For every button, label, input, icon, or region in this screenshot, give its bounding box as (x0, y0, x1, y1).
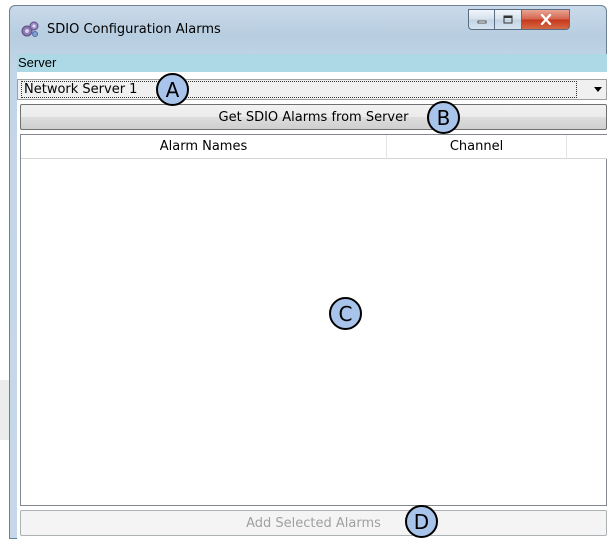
minimize-icon (477, 20, 486, 23)
server-dropdown[interactable]: Network Server 1 (17, 79, 607, 100)
callout-label: B (436, 105, 451, 130)
server-label: Server (17, 54, 607, 72)
get-alarms-button[interactable]: Get SDIO Alarms from Server (20, 104, 607, 130)
alarm-list-body[interactable] (21, 159, 606, 505)
add-selected-alarms-label: Add Selected Alarms (246, 515, 381, 531)
background-window-edge (0, 380, 9, 440)
callout-b: B (427, 101, 460, 134)
alarm-list[interactable]: Alarm Names Channel (20, 134, 607, 506)
callout-c: C (329, 297, 362, 330)
add-selected-alarms-button: Add Selected Alarms (20, 510, 607, 536)
callout-label: A (165, 77, 180, 102)
close-button[interactable] (522, 9, 570, 30)
gears-app-icon (21, 21, 39, 37)
title-bar[interactable]: SDIO Configuration Alarms (10, 6, 606, 50)
column-header-label: Alarm Names (159, 139, 248, 154)
maximize-button[interactable] (495, 9, 522, 30)
close-icon (540, 14, 551, 25)
column-header-alarm-names[interactable]: Alarm Names (21, 135, 387, 159)
column-header-filler (567, 135, 607, 159)
window-title: SDIO Configuration Alarms (47, 22, 221, 37)
column-header-label: Channel (449, 139, 504, 154)
callout-a: A (156, 73, 189, 106)
minimize-button[interactable] (468, 9, 495, 30)
callout-label: C (338, 301, 353, 326)
chevron-down-icon[interactable] (594, 87, 602, 92)
column-header-channel[interactable]: Channel (387, 135, 567, 159)
callout-label: D (413, 509, 430, 534)
callout-d: D (405, 505, 438, 538)
get-alarms-button-label: Get SDIO Alarms from Server (218, 109, 409, 125)
server-selected-value: Network Server 1 (21, 81, 577, 98)
maximize-icon (503, 15, 513, 24)
